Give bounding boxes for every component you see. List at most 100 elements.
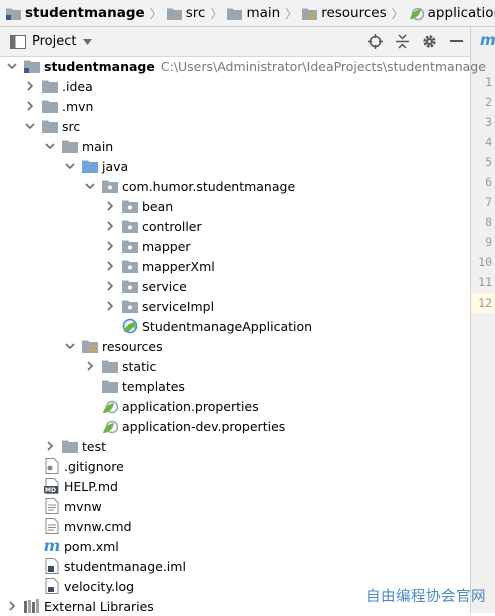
folder-icon [102, 378, 118, 394]
tree-node-package-service[interactable]: service [104, 276, 187, 296]
chevron-right-icon[interactable] [104, 256, 116, 276]
tree-node-package-controller[interactable]: controller [104, 216, 202, 236]
crosshair-icon [368, 34, 383, 49]
tree-node-application-class[interactable]: StudentmanageApplication [122, 316, 312, 336]
chevron-right-icon[interactable] [6, 596, 18, 616]
tree-node-test[interactable]: test [44, 436, 106, 456]
project-view-selector[interactable]: Project [32, 34, 76, 49]
line-number: 8 [485, 215, 492, 229]
tree-node-pom-xml[interactable]: m pom.xml [44, 536, 119, 556]
chevron-right-icon[interactable] [104, 196, 116, 216]
line-number: 5 [485, 155, 492, 169]
tree-node-mvnw[interactable]: mvnw [44, 496, 102, 516]
resources-folder-icon [82, 338, 98, 354]
tree-node-gitignore[interactable]: .gitignore [44, 456, 124, 476]
editor-gutter: m 1 2 3 4 5 6 7 8 9 10 11 12 [470, 27, 495, 613]
chevron-down-icon[interactable] [64, 156, 76, 176]
chevron-right-icon[interactable] [104, 296, 116, 316]
chevron-down-icon[interactable] [6, 56, 18, 76]
breadcrumb-item-resources[interactable]: resources [302, 0, 387, 26]
line-number: 4 [485, 135, 492, 149]
line-number: 2 [485, 95, 492, 109]
settings-button[interactable] [416, 27, 443, 56]
chevron-right-icon[interactable] [104, 276, 116, 296]
tree-node-main[interactable]: main [44, 136, 113, 156]
chevron-right-icon[interactable] [44, 436, 56, 456]
line-number: 1 [485, 75, 492, 89]
svg-text:MD: MD [45, 487, 56, 494]
watermark: 自由编程协会官网 [366, 589, 486, 605]
breadcrumb-item-src[interactable]: src [166, 0, 205, 26]
chevron-right-icon[interactable] [84, 356, 96, 376]
breadcrumb-item-project[interactable]: studentmanage [0, 0, 145, 26]
tree-node-idea[interactable]: .idea [24, 76, 93, 96]
maven-icon: m [43, 536, 61, 555]
text-file-icon [44, 498, 60, 514]
line-number: 3 [485, 115, 492, 129]
resources-folder-icon [302, 7, 318, 20]
tree-node-application-properties[interactable]: application.properties [102, 396, 259, 416]
tree-node-java[interactable]: java [64, 156, 128, 176]
package-icon [122, 218, 138, 234]
tree-node-package-root[interactable]: com.humor.studentmanage [84, 176, 295, 196]
module-folder-icon [24, 58, 40, 74]
source-folder-icon [82, 158, 98, 174]
collapse-all-button[interactable] [389, 27, 416, 56]
chevron-down-icon[interactable] [64, 336, 76, 356]
tree-node-package-serviceimpl[interactable]: serviceImpl [104, 296, 214, 316]
line-number: 7 [485, 195, 492, 209]
line-number: 10 [478, 255, 492, 269]
tree-node-package-bean[interactable]: bean [104, 196, 173, 216]
package-icon [102, 178, 118, 194]
folder-icon [62, 438, 78, 454]
project-root-label: studentmanage [44, 58, 155, 74]
tree-node-src[interactable]: src [24, 116, 80, 136]
tree-node-package-mapperxml[interactable]: mapperXml [104, 256, 215, 276]
chevron-down-icon[interactable] [24, 116, 36, 136]
project-panel-icon [10, 34, 26, 50]
chevron-right-icon[interactable] [24, 76, 36, 96]
line-number: 9 [485, 235, 492, 249]
collapse-all-icon [396, 34, 409, 49]
breadcrumb-item-file[interactable]: application-dev.properties [409, 0, 495, 26]
package-icon [122, 238, 138, 254]
module-folder-icon [6, 7, 21, 20]
package-icon [122, 198, 138, 214]
tree-node-project-root[interactable]: studentmanage C:\Users\Administrator\Ide… [6, 56, 486, 76]
chevron-right-icon: 〉 [149, 6, 162, 21]
chevron-right-icon: 〉 [285, 6, 298, 21]
tree-node-iml[interactable]: studentmanage.iml [44, 556, 186, 576]
tree-node-package-mapper[interactable]: mapper [104, 236, 191, 256]
tree-node-external-libraries[interactable]: External Libraries [6, 596, 154, 616]
chevron-down-icon[interactable] [44, 136, 56, 156]
tree-node-help-md[interactable]: MD HELP.md [44, 476, 118, 496]
line-number: 11 [478, 275, 492, 289]
dropdown-arrow-icon[interactable] [83, 38, 93, 45]
tree-node-mvnw-cmd[interactable]: mvnw.cmd [44, 516, 132, 536]
spring-boot-class-icon [122, 318, 138, 334]
gitignore-file-icon [44, 458, 60, 474]
hide-panel-button[interactable] [443, 27, 470, 56]
package-icon [122, 258, 138, 274]
tree-node-templates[interactable]: templates [102, 376, 185, 396]
locate-file-button[interactable] [362, 27, 389, 56]
package-icon [122, 298, 138, 314]
chevron-down-icon[interactable] [84, 176, 96, 196]
tree-node-application-dev-properties[interactable]: application-dev.properties [102, 416, 285, 436]
module-file-icon [44, 558, 60, 574]
breadcrumb-item-main[interactable]: main [227, 0, 280, 26]
editor-tab-icon[interactable]: m [480, 31, 495, 49]
chevron-right-icon[interactable] [24, 96, 36, 116]
chevron-right-icon: 〉 [210, 6, 223, 21]
spring-properties-icon [409, 6, 424, 21]
chevron-right-icon[interactable] [104, 216, 116, 236]
text-file-icon [44, 518, 60, 534]
spring-properties-icon [102, 398, 118, 414]
tree-node-static[interactable]: static [84, 356, 156, 376]
tree-node-velocity-log[interactable]: velocity.log [44, 576, 134, 596]
tree-node-mvn[interactable]: .mvn [24, 96, 93, 116]
chevron-right-icon[interactable] [104, 236, 116, 256]
folder-icon [42, 98, 58, 114]
spring-properties-icon [102, 418, 118, 434]
tree-node-resources[interactable]: resources [64, 336, 163, 356]
